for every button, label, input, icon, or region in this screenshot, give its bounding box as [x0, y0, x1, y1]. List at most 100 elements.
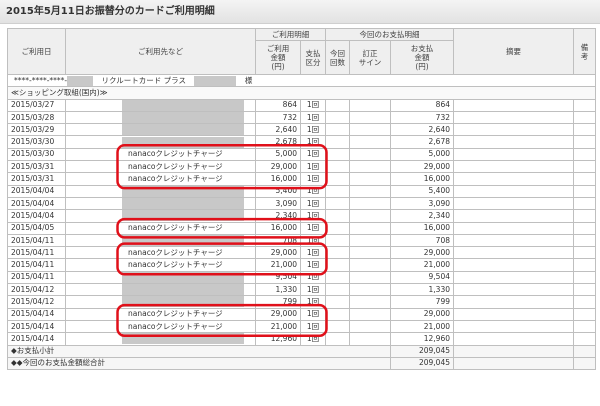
row-date: 2015/04/04: [7, 209, 66, 223]
row-amount: 5,400: [255, 184, 301, 198]
row-pay-type: 1回: [300, 270, 326, 285]
row-pay-amount: 16,000: [390, 221, 454, 235]
row-remarks: [573, 258, 596, 272]
row-pay-type: 1回: [300, 196, 326, 211]
row-date: 2015/03/28: [7, 110, 66, 125]
row-date: 2015/04/14: [7, 332, 66, 346]
row-date: 2015/04/14: [7, 319, 66, 334]
table-row: 2015/03/29 2,640 1回 2,640: [7, 123, 596, 137]
row-amount: 864: [255, 98, 301, 112]
row-amount: 9,504: [255, 270, 301, 285]
row-date: 2015/04/11: [7, 246, 66, 260]
header-amount: ご利用 金額 (円): [255, 40, 301, 75]
row-merchant: [65, 209, 256, 223]
masked-merchant: [122, 235, 244, 246]
masked-merchant: [122, 296, 244, 308]
header-date: ご利用日: [7, 28, 66, 75]
row-pay-type: 1回: [300, 172, 326, 186]
row-correction: [349, 258, 391, 272]
row-correction: [349, 319, 391, 334]
row-date: 2015/04/14: [7, 307, 66, 321]
row-summary: [453, 184, 574, 198]
row-remarks: [573, 135, 596, 149]
row-remarks: [573, 196, 596, 211]
row-pay-amount: 864: [390, 98, 454, 112]
row-pay-amount: 1,330: [390, 283, 454, 297]
row-count: [325, 307, 350, 321]
row-pay-type: 1回: [300, 147, 326, 162]
masked-merchant: [122, 284, 244, 295]
card-honorific: 様: [244, 75, 253, 85]
row-date: 2015/04/12: [7, 295, 66, 309]
row-merchant: nanacoクレジットチャージ: [65, 258, 256, 272]
header-remarks: 備 考: [573, 28, 596, 75]
table-row: 2015/03/27 864 1回 864: [7, 98, 596, 112]
row-count: [325, 233, 350, 248]
row-summary: [453, 233, 574, 248]
card-row: ****-****-****- リクルートカード プラス 様: [7, 73, 596, 88]
masked-merchant: [122, 272, 244, 283]
row-count: [325, 221, 350, 235]
masked-merchant: [122, 124, 244, 135]
row-correction: [349, 270, 391, 285]
row-correction: [349, 221, 391, 235]
row-count: [325, 319, 350, 334]
subtotal-row-value: 209,045: [390, 344, 454, 358]
row-remarks: [573, 98, 596, 112]
row-date: 2015/03/31: [7, 172, 66, 186]
row-summary: [453, 123, 574, 137]
row-merchant: [65, 283, 256, 297]
row-summary: [453, 172, 574, 186]
row-remarks: [573, 172, 596, 186]
header-payment-group: 今回のお支払明細: [325, 28, 454, 41]
row-merchant: [65, 196, 256, 211]
row-summary: [453, 246, 574, 260]
row-amount: 16,000: [255, 221, 301, 235]
row-pay-type: 1回: [300, 135, 326, 149]
row-count: [325, 184, 350, 198]
row-pay-type: 1回: [300, 209, 326, 223]
row-pay-type: 1回: [300, 221, 326, 235]
row-count: [325, 258, 350, 272]
row-amount: 5,000: [255, 147, 301, 162]
masked-merchant: [122, 333, 244, 345]
row-remarks: [573, 123, 596, 137]
row-amount: 21,000: [255, 319, 301, 334]
row-pay-type: 1回: [300, 283, 326, 297]
header-correction: 訂正 サイン: [349, 40, 391, 75]
row-correction: [349, 123, 391, 137]
row-correction: [349, 196, 391, 211]
row-pay-amount: 2,640: [390, 123, 454, 137]
row-pay-amount: 799: [390, 295, 454, 309]
section-label: ≪ショッピング取組(国内)≫: [7, 86, 596, 100]
row-summary: [453, 209, 574, 223]
row-count: [325, 147, 350, 162]
row-correction: [349, 172, 391, 186]
subtotal-row-summary: [453, 344, 574, 358]
row-pay-amount: 5,400: [390, 184, 454, 198]
row-count: [325, 160, 350, 174]
header-count: 今回 回数: [325, 40, 350, 75]
table-row: 2015/04/12 1,330 1回 1,330: [7, 283, 596, 297]
row-pay-amount: 29,000: [390, 307, 454, 321]
row-correction: [349, 110, 391, 125]
row-merchant: [65, 270, 256, 285]
row-pay-type: 1回: [300, 110, 326, 125]
row-merchant: nanacoクレジットチャージ: [65, 172, 256, 186]
row-amount: 2,640: [255, 123, 301, 137]
row-pay-type: 1回: [300, 319, 326, 334]
row-summary: [453, 147, 574, 162]
table-row: 2015/03/28 732 1回 732: [7, 110, 596, 125]
row-pay-type: 1回: [300, 246, 326, 260]
row-remarks: [573, 160, 596, 174]
row-date: 2015/03/27: [7, 98, 66, 112]
row-correction: [349, 246, 391, 260]
row-remarks: [573, 246, 596, 260]
row-remarks: [573, 295, 596, 309]
card-name: リクルートカード プラス: [101, 75, 187, 85]
row-count: [325, 172, 350, 186]
row-summary: [453, 258, 574, 272]
table-row: 2015/04/11 nanacoクレジットチャージ 21,000 1回 21,000: [7, 258, 596, 272]
row-date: 2015/04/11: [7, 258, 66, 272]
row-summary: [453, 110, 574, 125]
